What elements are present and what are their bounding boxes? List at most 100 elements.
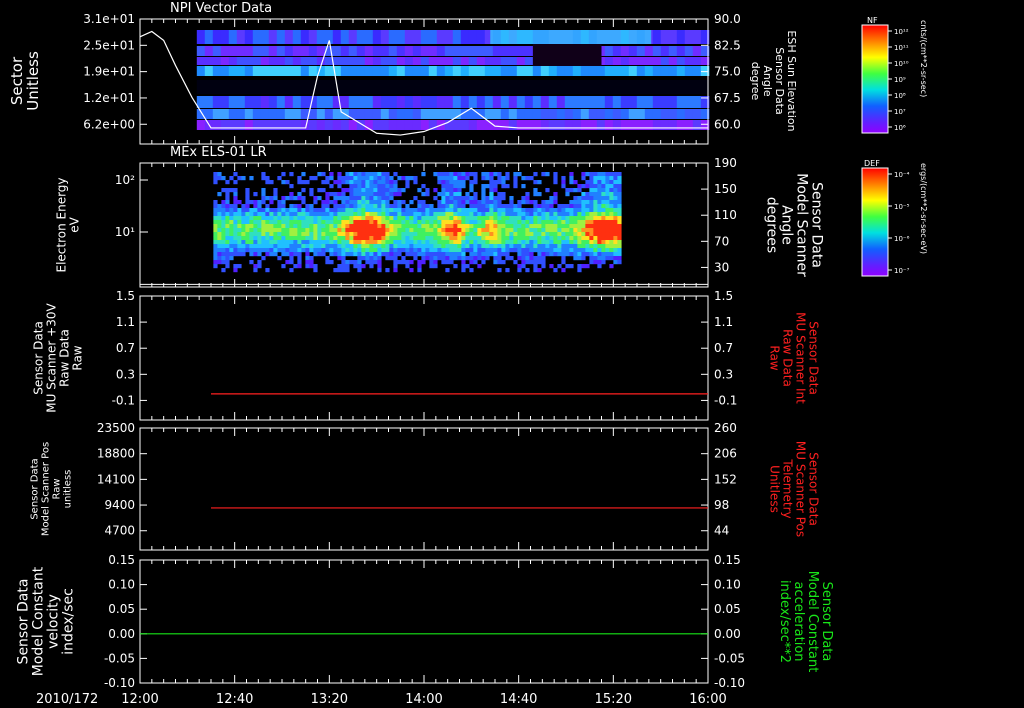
heatmap-cell	[213, 216, 218, 221]
heatmap-cell	[417, 224, 422, 229]
heatmap-cell	[281, 224, 286, 229]
heatmap-cell	[580, 80, 590, 94]
heatmap-cell	[505, 240, 510, 245]
heatmap-cell	[285, 220, 290, 225]
heatmap-cell	[541, 264, 546, 269]
heatmap-cell	[212, 96, 222, 108]
heatmap-cell	[364, 66, 374, 76]
heatmap-cell	[269, 200, 274, 205]
heatmap-cell	[372, 57, 382, 65]
heatmap-cell	[437, 240, 442, 245]
heatmap-cell	[497, 240, 502, 245]
heatmap-cell	[525, 248, 530, 253]
heatmap-cell	[593, 216, 598, 221]
heatmap-cell	[281, 240, 286, 245]
heatmap-cell	[357, 260, 362, 265]
heatmap-cell	[477, 236, 482, 241]
heatmap-cell	[525, 220, 530, 225]
heatmap-cell	[301, 236, 306, 241]
heatmap-cell	[253, 236, 258, 241]
heatmap-cell	[660, 57, 670, 65]
heatmap-cell	[385, 208, 390, 213]
heatmap-cell	[501, 192, 506, 197]
heatmap-cell	[252, 96, 262, 108]
heatmap-cell	[445, 256, 450, 261]
heatmap-cell	[309, 248, 314, 253]
heatmap-cell	[225, 248, 230, 253]
heatmap-cell	[652, 66, 662, 76]
heatmap-cell	[513, 212, 518, 217]
heatmap-cell	[428, 30, 438, 44]
heatmap-cell	[676, 96, 686, 108]
heatmap-cell	[257, 232, 262, 237]
heatmap-cell	[524, 96, 534, 108]
heatmap-cell	[348, 30, 358, 44]
heatmap-cell	[329, 232, 334, 237]
heatmap-cell	[293, 232, 298, 237]
heatmap-cell	[537, 260, 542, 265]
heatmap-cell	[445, 192, 450, 197]
heatmap-cell	[333, 240, 338, 245]
heatmap-cell	[281, 180, 286, 185]
heatmap-cell	[569, 200, 574, 205]
heatmap-cell	[585, 216, 590, 221]
heatmap-cell	[461, 212, 466, 217]
heatmap-cell	[412, 109, 422, 119]
heatmap-cell	[229, 236, 234, 241]
heatmap-cell	[617, 220, 622, 225]
heatmap-cell	[613, 260, 618, 265]
heatmap-cell	[465, 208, 470, 213]
y-tick-label: -0.10	[714, 676, 745, 690]
heatmap-cell	[525, 224, 530, 229]
heatmap-cell	[221, 240, 226, 245]
heatmap-cell	[317, 208, 322, 213]
heatmap-cell	[513, 216, 518, 221]
heatmap-cell	[357, 244, 362, 249]
y-tick-label: 0.7	[714, 341, 733, 355]
axis-label-line: Model Constant	[31, 566, 47, 676]
heatmap-cell	[597, 256, 602, 261]
heatmap-cell	[517, 200, 522, 205]
heatmap-cell	[613, 236, 618, 241]
heatmap-cell	[381, 228, 386, 233]
heatmap-cell	[397, 248, 402, 253]
heatmap-cell	[545, 204, 550, 209]
y-axis-label-right: Sensor DataMU Scanner PosTelemetryUnitle…	[768, 441, 821, 537]
heatmap-cell	[461, 208, 466, 213]
axis-label-line: Sensor Data	[30, 458, 41, 519]
heatmap-cell	[561, 208, 566, 213]
heatmap-cell	[465, 176, 470, 181]
heatmap-cell	[265, 248, 270, 253]
heatmap-cell	[221, 224, 226, 229]
heatmap-cell	[605, 172, 610, 177]
heatmap-cell	[585, 232, 590, 237]
heatmap-cell	[572, 96, 582, 108]
heatmap-cell	[225, 188, 230, 193]
heatmap-cell	[500, 109, 510, 119]
heatmap-cell	[636, 66, 646, 76]
axis-label-line: Electron Energy	[55, 177, 69, 272]
heatmap-cell	[324, 80, 334, 94]
heatmap-cell	[557, 252, 562, 257]
heatmap-cell	[316, 120, 326, 130]
heatmap-cell	[453, 196, 458, 201]
heatmap-cell	[244, 109, 254, 119]
heatmap-cell	[329, 192, 334, 197]
heatmap-cell	[340, 57, 350, 65]
heatmap-cell	[461, 260, 466, 265]
heatmap-cell	[620, 109, 630, 119]
heatmap-cell	[613, 208, 618, 213]
heatmap-cell	[317, 220, 322, 225]
heatmap-cell	[476, 120, 486, 130]
heatmap-cell	[217, 256, 222, 261]
heatmap-cell	[245, 196, 250, 201]
heatmap-cell	[537, 236, 542, 241]
heatmap-cell	[241, 248, 246, 253]
heatmap-cell	[365, 200, 370, 205]
heatmap-cell	[381, 172, 386, 177]
heatmap-cell	[341, 252, 346, 257]
heatmap-cell	[533, 264, 538, 269]
heatmap-cell	[505, 256, 510, 261]
heatmap-cell	[317, 212, 322, 217]
heatmap-cell	[285, 260, 290, 265]
